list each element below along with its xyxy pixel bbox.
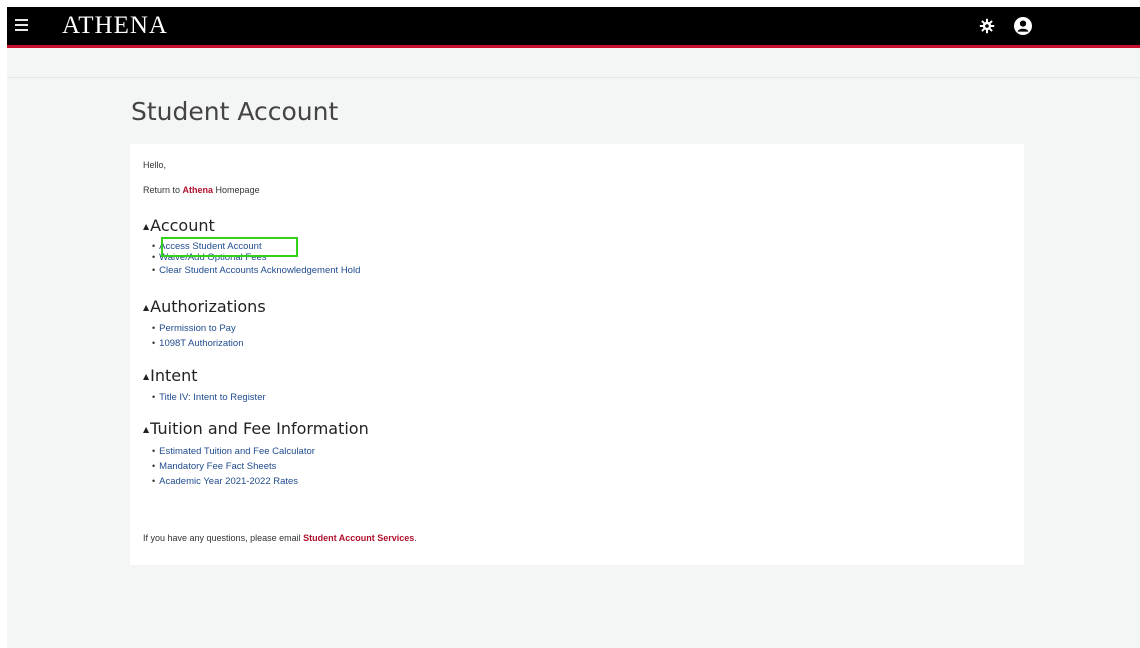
collapse-triangle-icon[interactable]: ▲: [143, 372, 149, 381]
page-title: Student Account: [131, 97, 339, 126]
fee-fact-sheets-link[interactable]: Mandatory Fee Fact Sheets: [159, 461, 276, 472]
access-student-account-link[interactable]: Access Student Account: [159, 241, 261, 252]
collapse-triangle-icon[interactable]: ▲: [143, 425, 149, 434]
authorizations-links: Permission to Pay 1098T Authorization: [152, 321, 244, 351]
list-item: Clear Student Accounts Acknowledgement H…: [152, 263, 360, 278]
list-item: Mandatory Fee Fact Sheets: [152, 459, 315, 474]
gear-icon[interactable]: [979, 18, 995, 34]
athena-homepage-link[interactable]: Athena: [183, 185, 214, 195]
academic-year-rates-link[interactable]: Academic Year 2021-2022 Rates: [159, 476, 298, 487]
clear-acknowledgement-hold-link[interactable]: Clear Student Accounts Acknowledgement H…: [159, 265, 360, 276]
collapse-triangle-icon[interactable]: ▲: [143, 222, 149, 231]
contact-text: If you have any questions, please email …: [143, 533, 417, 543]
student-account-services-link[interactable]: Student Account Services: [303, 533, 414, 543]
user-icon[interactable]: [1013, 16, 1033, 36]
athena-logo[interactable]: ATHENA: [62, 11, 168, 41]
intent-links: Title IV: Intent to Register: [152, 390, 265, 405]
menu-icon[interactable]: [15, 19, 28, 31]
waive-add-optional-fees-link[interactable]: Waive/Add Optional Fees: [159, 252, 266, 263]
section-intent-heading: ▲Intent: [143, 366, 198, 385]
top-nav-bar: ATHENA: [7, 7, 1140, 48]
app-frame: ATHENA Student Account Hello, Return to …: [7, 7, 1140, 648]
list-item: Title IV: Intent to Register: [152, 390, 265, 405]
tuition-links: Estimated Tuition and Fee Calculator Man…: [152, 444, 315, 489]
permission-to-pay-link[interactable]: Permission to Pay: [159, 323, 236, 334]
section-authorizations-heading: ▲Authorizations: [143, 297, 266, 316]
1098t-authorization-link[interactable]: 1098T Authorization: [159, 338, 243, 349]
sub-header-bar: [7, 48, 1140, 78]
account-links: Access Student Account Waive/Add Optiona…: [152, 239, 360, 278]
list-item: Estimated Tuition and Fee Calculator: [152, 444, 315, 459]
content-card: Hello, Return to Athena Homepage ▲Accoun…: [130, 144, 1024, 565]
intent-to-register-link[interactable]: Title IV: Intent to Register: [159, 392, 265, 403]
list-item: Academic Year 2021-2022 Rates: [152, 474, 315, 489]
list-item: Waive/Add Optional Fees: [152, 252, 360, 263]
section-account-heading: ▲Account: [143, 216, 215, 235]
list-item: 1098T Authorization: [152, 336, 243, 351]
list-item: Permission to Pay: [152, 321, 244, 336]
return-homepage-text: Return to Athena Homepage: [143, 185, 260, 195]
section-tuition-heading: ▲Tuition and Fee Information: [143, 419, 369, 438]
tuition-calculator-link[interactable]: Estimated Tuition and Fee Calculator: [159, 446, 315, 457]
greeting-text: Hello,: [143, 160, 167, 170]
collapse-triangle-icon[interactable]: ▲: [143, 303, 149, 312]
